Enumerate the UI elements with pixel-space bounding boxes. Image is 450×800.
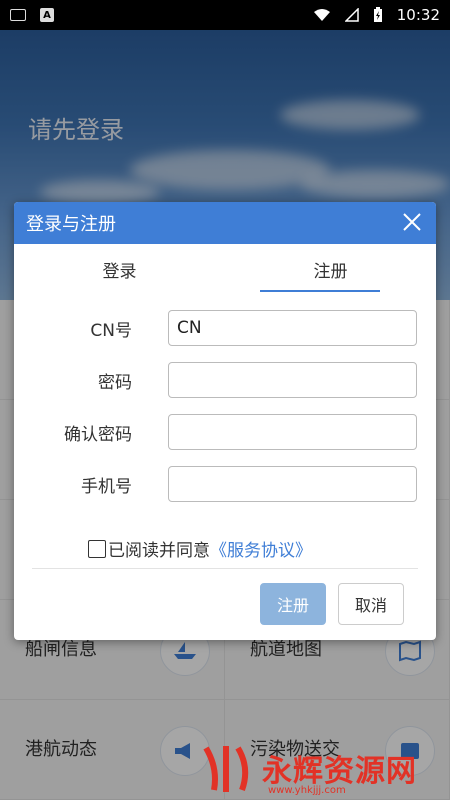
- watermark-text: 永辉资源网: [262, 753, 417, 789]
- register-button[interactable]: 注册: [260, 583, 326, 625]
- cn-number-label: CN号: [90, 321, 132, 341]
- tab-register[interactable]: 注册: [225, 244, 436, 294]
- form-row-phone: 手机号: [14, 466, 436, 502]
- form-row-confirm: 确认密码: [14, 414, 436, 450]
- wifi-icon: [313, 9, 330, 21]
- agreement-row: 已阅读并同意 《服务协议》: [88, 536, 312, 561]
- dialog-header: 登录与注册: [14, 202, 436, 244]
- form-row-cn: CN号: [14, 310, 436, 346]
- active-tab-indicator: [260, 290, 380, 292]
- close-icon[interactable]: [400, 210, 424, 234]
- agree-text: 已阅读并同意: [108, 541, 210, 561]
- watermark-url: www.yhkjjj.com: [268, 785, 346, 796]
- divider: [32, 568, 418, 569]
- phone-label: 手机号: [81, 477, 132, 497]
- form-row-password: 密码: [14, 362, 436, 398]
- status-bar: A 10:32: [0, 0, 450, 30]
- cn-number-input[interactable]: [168, 310, 417, 346]
- password-label: 密码: [98, 373, 132, 393]
- signal-icon: [344, 8, 359, 22]
- tab-bar: 登录 注册: [14, 244, 436, 294]
- tab-login[interactable]: 登录: [14, 244, 225, 294]
- cancel-button[interactable]: 取消: [338, 583, 404, 625]
- keyboard-icon: [10, 9, 26, 21]
- dialog-title: 登录与注册: [26, 214, 116, 235]
- watermark: 永辉资源网 www.yhkjjj.com: [198, 735, 450, 800]
- service-agreement-link[interactable]: 《服务协议》: [210, 536, 312, 561]
- a-notification-icon: A: [40, 8, 54, 22]
- password-input[interactable]: [168, 362, 417, 398]
- confirm-password-input[interactable]: [168, 414, 417, 450]
- login-register-dialog: 登录与注册 登录 注册 CN号 密码 确认密码 手机号 已阅读并同意 《服务协议…: [14, 202, 436, 640]
- phone-input[interactable]: [168, 466, 417, 502]
- battery-icon: [373, 7, 382, 22]
- agree-checkbox[interactable]: [88, 539, 106, 558]
- watermark-logo-icon: [203, 745, 249, 792]
- confirm-password-label: 确认密码: [64, 425, 132, 445]
- status-time: 10:32: [396, 6, 440, 24]
